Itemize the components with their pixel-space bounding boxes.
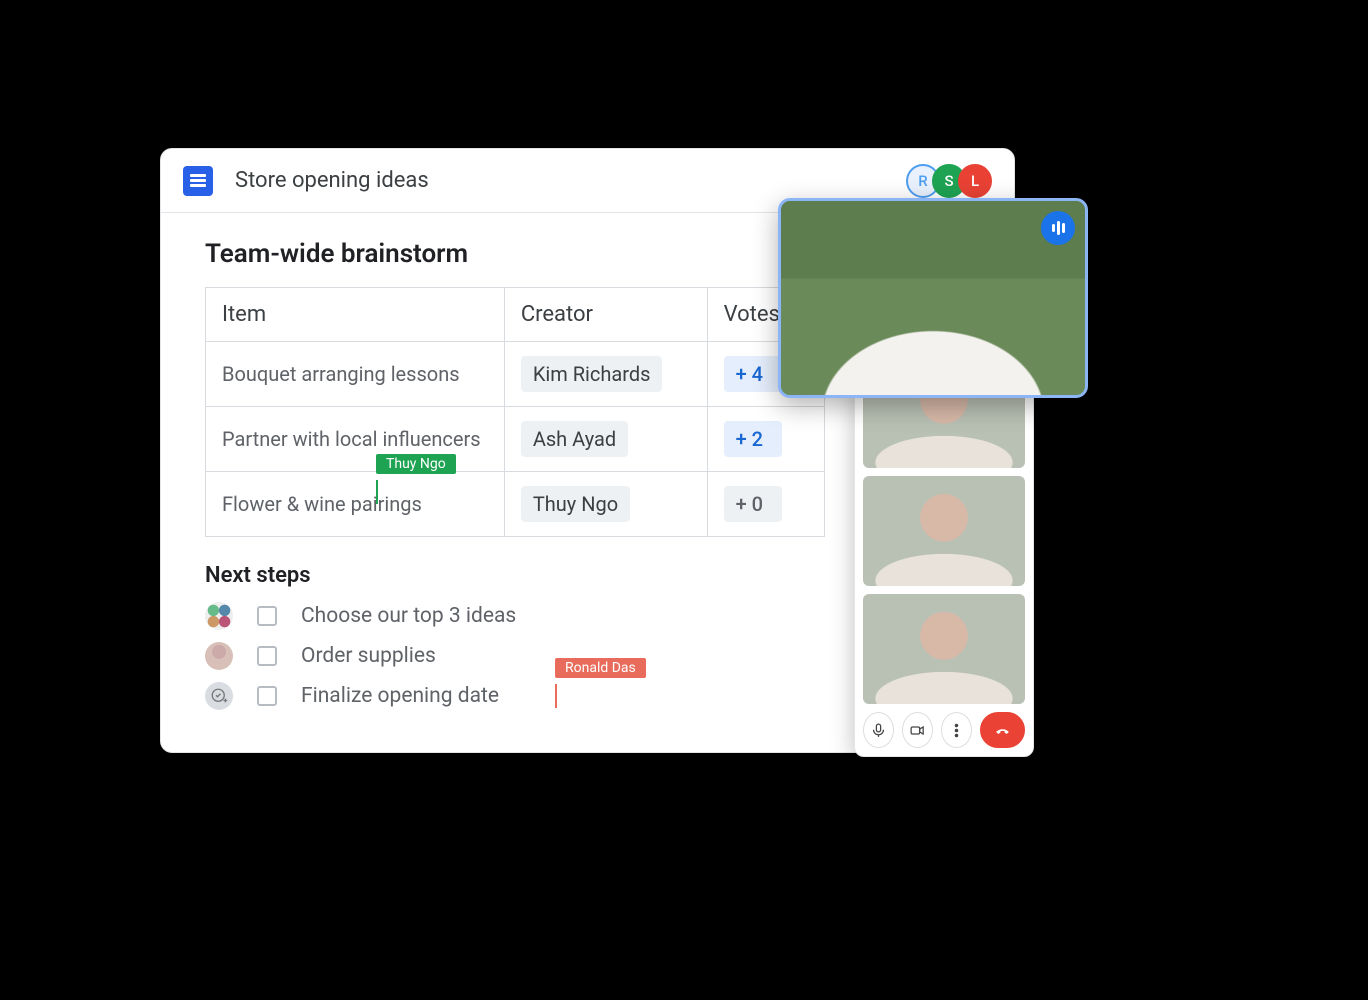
table-row: Partner with local influencers Ash Ayad … (206, 407, 825, 472)
collab-cursor-red (555, 684, 557, 708)
step-text[interactable]: Order supplies (301, 644, 436, 668)
camera-toggle-button[interactable] (902, 712, 933, 748)
avatar-l[interactable]: L (958, 164, 992, 198)
cell-item[interactable]: Flower & wine pairings Thuy Ngo (206, 472, 505, 537)
creator-chip[interactable]: Thuy Ngo (521, 486, 630, 522)
assign-task-icon[interactable] (205, 682, 233, 710)
table-header-row: Item Creator Votes (206, 288, 825, 342)
video-call-panel (854, 349, 1034, 757)
col-item: Item (206, 288, 505, 342)
call-controls (863, 712, 1025, 748)
collaborator-avatars: R S L (914, 164, 992, 198)
table-row: Flower & wine pairings Thuy Ngo Thuy Ngo… (206, 472, 825, 537)
step-text[interactable]: Choose our top 3 ideas (301, 604, 516, 628)
doc-title[interactable]: Store opening ideas (235, 168, 429, 193)
cell-item[interactable]: Partner with local influencers (206, 407, 505, 472)
active-speaker-tile[interactable] (778, 198, 1088, 398)
participant-thumbnail[interactable] (863, 476, 1025, 586)
assignee-avatar[interactable] (205, 642, 233, 670)
mic-toggle-button[interactable] (863, 712, 894, 748)
checkbox[interactable] (257, 686, 277, 706)
assignee-multi-icon[interactable] (205, 602, 233, 630)
docs-app-icon (183, 166, 213, 196)
table-row: Bouquet arranging lessons Kim Richards +… (206, 342, 825, 407)
collab-cursor-green (376, 480, 378, 504)
checkbox[interactable] (257, 606, 277, 626)
creator-chip[interactable]: Kim Richards (521, 356, 663, 392)
vote-chip[interactable]: + 0 (724, 486, 782, 522)
vote-chip[interactable]: + 4 (724, 356, 782, 392)
vote-chip[interactable]: + 2 (724, 421, 782, 457)
more-options-button[interactable] (941, 712, 972, 748)
hang-up-button[interactable] (980, 712, 1025, 748)
step-text[interactable]: Finalize opening date (301, 684, 499, 708)
checkbox[interactable] (257, 646, 277, 666)
creator-chip[interactable]: Ash Ayad (521, 421, 628, 457)
speaker-video-placeholder (781, 201, 1085, 395)
collab-cursor-label: Ronald Das (555, 658, 646, 678)
collab-cursor-label: Thuy Ngo (376, 454, 456, 474)
col-creator: Creator (504, 288, 707, 342)
speaking-indicator-icon (1041, 211, 1075, 245)
participant-thumbnail[interactable] (863, 594, 1025, 704)
ideas-table: Item Creator Votes Bouquet arranging les… (205, 287, 825, 537)
cell-item[interactable]: Bouquet arranging lessons (206, 342, 505, 407)
